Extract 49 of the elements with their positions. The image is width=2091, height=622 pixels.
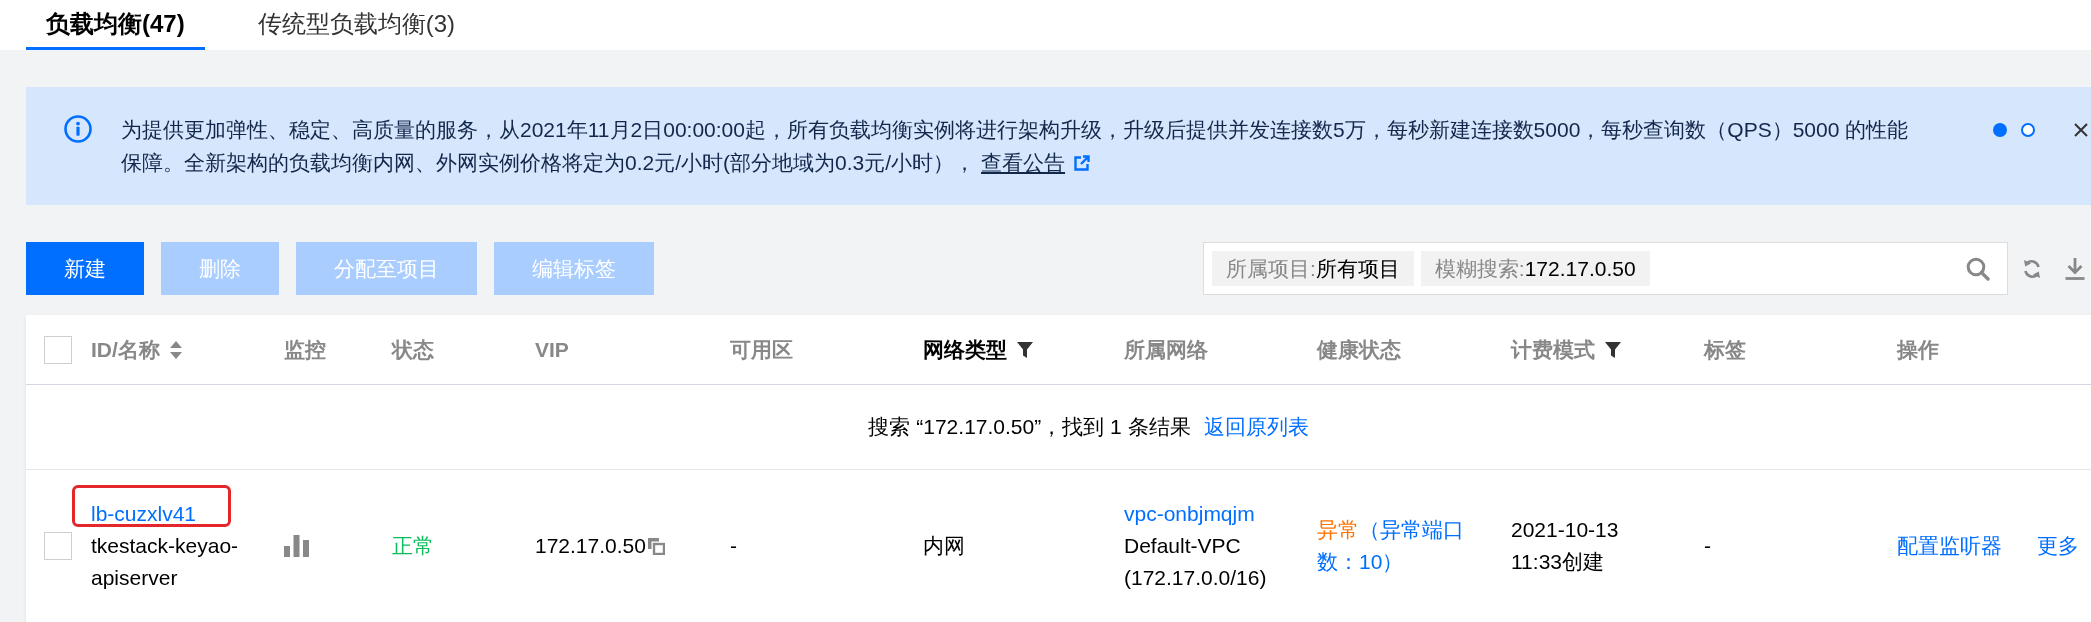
column-header: 监控	[284, 336, 326, 363]
search-result-text: 搜索 “172.17.0.50”，找到 1 条结果	[868, 414, 1191, 440]
page-dot[interactable]	[1993, 123, 2007, 137]
billing-info: 2021-10-13 11:33创建	[1511, 517, 1620, 575]
bar-chart-icon[interactable]	[284, 535, 309, 557]
search-icon[interactable]	[1966, 256, 1990, 281]
health-status: 异常（异常端口数：10）	[1317, 517, 1465, 575]
filter-tag[interactable]: 模糊搜索:172.17.0.50	[1420, 251, 1650, 286]
vpc-link[interactable]: vpc-onbjmqjm	[1124, 498, 1255, 530]
notice-text: 为提供更加弹性、稳定、高质量的服务，从2021年11月2日00:00:00起，所有负载均衡实例将进行架构升级，升级后提供并发连接数5万，每秒新建连接数5000，每秒查询数（QPS）5000 的性能保障。全新架构的负载均衡内网、外网实例价格将定为0.2元/小时(部分地域为0.3元/小时）， 查看公告	[121, 117, 1910, 176]
tab[interactable]: 负载均衡(47)	[26, 0, 205, 50]
filter-tag[interactable]: 所属项目:所有项目	[1212, 251, 1414, 286]
return-to-list-link[interactable]: 返回原列表	[1203, 413, 1309, 441]
search-field[interactable]: 所属项目:所有项目 模糊搜索:172.17.0.50	[1203, 242, 2008, 295]
vpc-name: Default-VPC	[1124, 533, 1241, 559]
external-link-icon[interactable]	[1073, 155, 1091, 172]
column-header: 计费模式	[1511, 336, 1595, 363]
info-icon	[64, 115, 92, 143]
zone-text: -	[730, 533, 737, 559]
vip-address: 172.17.0.50	[535, 533, 646, 559]
column-header: 所属网络	[1124, 336, 1208, 363]
filter-icon[interactable]	[1017, 341, 1033, 358]
row-checkbox[interactable]	[44, 532, 72, 560]
column-header: 健康状态	[1317, 336, 1401, 363]
tab[interactable]: 传统型负载均衡(3)	[237, 0, 476, 50]
column-header: VIP	[535, 337, 569, 362]
action-link[interactable]: 更多	[2037, 530, 2079, 562]
column-header: 标签	[1704, 336, 1746, 363]
vpc-cidr: (172.17.0.0/16)	[1124, 565, 1267, 591]
close-icon[interactable]	[2074, 123, 2088, 137]
copy-icon[interactable]	[646, 537, 665, 555]
column-header: 网络类型	[923, 336, 1007, 363]
page-dot[interactable]	[2021, 123, 2035, 137]
column-header: 状态	[392, 336, 434, 363]
select-all-checkbox[interactable]	[44, 335, 72, 364]
tag-text: -	[1704, 533, 1711, 559]
announcement-link[interactable]: 查看公告	[981, 151, 1066, 174]
toolbar-button[interactable]: 新建	[26, 242, 144, 295]
instance-name: tkestack-keyao-apiserver	[91, 533, 240, 591]
column-header: 可用区	[730, 336, 793, 363]
filter-icon[interactable]	[1605, 341, 1621, 358]
status-text: 正常	[392, 533, 434, 559]
network-type-text: 内网	[923, 533, 965, 559]
action-link[interactable]: 配置监听器	[1897, 530, 2002, 562]
column-header: ID/名称	[91, 336, 160, 363]
download-icon[interactable]	[2064, 256, 2086, 281]
instance-id-link[interactable]: lb-cuzxlv41	[91, 502, 197, 525]
column-header: 操作	[1897, 336, 1939, 363]
sort-icon[interactable]	[169, 340, 182, 359]
